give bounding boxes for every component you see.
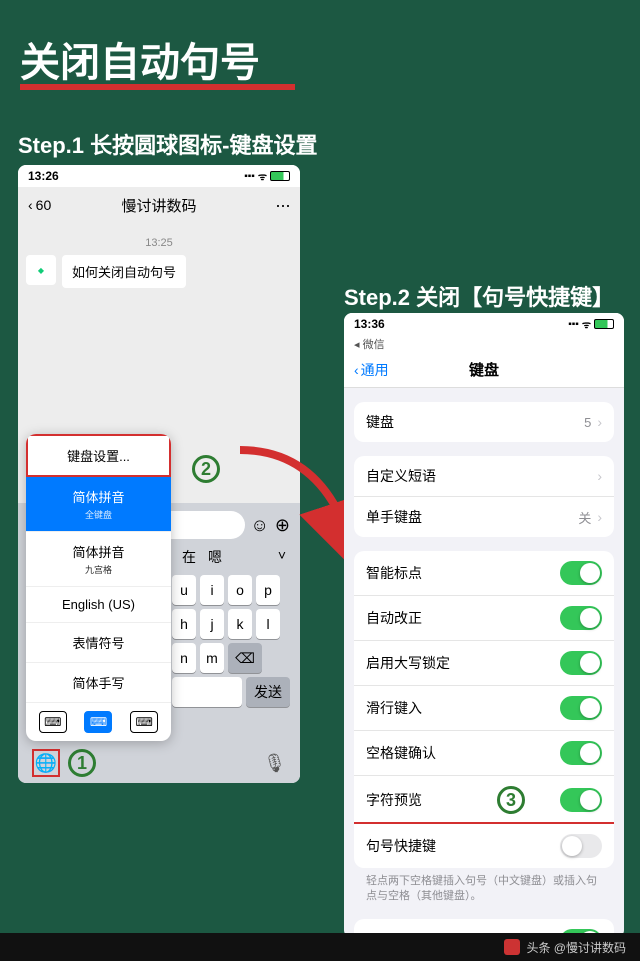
key[interactable]: m [200,643,224,673]
backspace-key[interactable]: ⌫ [228,643,262,673]
toggle[interactable] [560,561,602,585]
key[interactable]: h [172,609,196,639]
keyboard-settings-item[interactable]: 键盘设置... [26,434,171,477]
char-preview-row[interactable]: 字符预览 3 [354,775,614,824]
wifi-icon: ᯤ [582,317,591,331]
step2-label: Step.2 关闭【句号快捷键】 [344,280,614,312]
key[interactable]: o [228,575,252,605]
keyboard-left-icon[interactable]: ⌨ [39,711,67,733]
popup-footer: ⌨ ⌨ ⌨ [26,703,171,741]
avatar[interactable]: ◆ [26,255,56,285]
key[interactable]: p [256,575,280,605]
emoji-item[interactable]: 表情符号 [26,623,171,663]
annotation-2: 2 [192,455,220,483]
signal-icon: ▪▪▪ [568,319,579,330]
more-icon[interactable]: ··· [275,195,290,216]
candidate[interactable]: 在 [182,547,196,567]
chat-title: 慢讨讲数码 [121,195,196,216]
period-description: 轻点两下空格键插入句号（中文键盘）或插入句点与空格（其他键盘）。 [344,868,624,905]
keyboard-bottom-bar: 🌐 🎙 [18,743,300,783]
globe-icon[interactable]: 🌐 [35,753,57,774]
keyboard-switch-popup: 键盘设置... 简体拼音 全键盘 简体拼音 九宫格 English (US) 表… [26,434,171,741]
slide-input-row[interactable]: 滑行键入 [354,685,614,730]
candidate[interactable]: 嗯 [208,547,222,567]
status-bar: 13:36 ▪▪▪ ᯤ [344,313,624,335]
keyboards-row[interactable]: 键盘 5› [354,402,614,442]
annotation-3: 3 [497,786,525,814]
chevron-left-icon: ‹ [354,362,359,378]
space-confirm-row[interactable]: 空格键确认 [354,730,614,775]
status-bar: 13:26 ▪▪▪ ᯤ [18,165,300,187]
key[interactable]: i [200,575,224,605]
toggle[interactable] [560,651,602,675]
settings-group: 自定义短语 › 单手键盘 关› [354,456,614,537]
caps-lock-row[interactable]: 启用大写锁定 [354,640,614,685]
settings-title: 键盘 [469,359,499,380]
mic-icon[interactable]: 🎙 [263,753,286,774]
key[interactable]: j [200,609,224,639]
globe-highlight: 🌐 [32,749,60,777]
key[interactable]: n [172,643,196,673]
keyboard-right-icon[interactable]: ⌨ [130,711,158,733]
toggle[interactable] [560,788,602,812]
status-icons: ▪▪▪ ᯤ [244,169,290,183]
smart-punct-row[interactable]: 智能标点 [354,551,614,595]
wifi-icon: ᯤ [258,169,267,183]
send-button[interactable]: 发送 [246,677,290,707]
breadcrumb-back-to-app[interactable]: ◂ 微信 [344,335,624,352]
handwrite-item[interactable]: 简体手写 [26,663,171,703]
chevron-right-icon: › [597,414,602,430]
key[interactable]: u [172,575,196,605]
unread-count: 60 [36,197,52,213]
one-handed-row[interactable]: 单手键盘 关› [354,496,614,537]
message-bubble: 如何关闭自动句号 [62,255,186,288]
status-time: 13:36 [354,317,385,331]
period-shortcut-row[interactable]: 句号快捷键 [354,822,614,868]
battery-icon [270,171,290,181]
chat-area: 13:25 ◆ 如何关闭自动句号 [18,223,300,302]
chat-navbar: ‹ 60 慢讨讲数码 ··· [18,187,300,223]
toggle[interactable] [560,741,602,765]
settings-group: 智能标点 自动改正 启用大写锁定 滑行键入 空格键确认 字符预览 3 句号快捷键 [354,551,614,868]
key[interactable]: l [256,609,280,639]
watermark-text: 头条 @慢讨讲数码 [526,939,626,956]
toggle[interactable] [560,606,602,630]
settings-group: 键盘 5› [354,402,614,442]
english-item[interactable]: English (US) [26,587,171,623]
pinyin-full-item[interactable]: 简体拼音 全键盘 [26,477,171,532]
back-button[interactable]: ‹ 通用 [354,360,389,380]
annotation-1: 1 [68,749,96,777]
toggle[interactable] [560,696,602,720]
title-underline [20,84,295,90]
step1-label: Step.1 长按圆球图标-键盘设置 [18,128,317,160]
status-time: 13:26 [28,169,59,183]
phone-2: 13:36 ▪▪▪ ᯤ ◂ 微信 ‹ 通用 键盘 键盘 5› 自定义短语 › 单… [344,313,624,938]
custom-phrases-row[interactable]: 自定义短语 › [354,456,614,496]
back-button[interactable]: ‹ 60 [28,197,51,213]
signal-icon: ▪▪▪ [244,171,255,182]
toggle[interactable] [560,834,602,858]
chevron-left-icon: ‹ [28,197,33,213]
auto-correct-row[interactable]: 自动改正 [354,595,614,640]
chevron-right-icon: › [597,468,602,484]
watermark-logo-icon [504,939,520,955]
keyboard-center-icon[interactable]: ⌨ [84,711,112,733]
chat-message: ◆ 如何关闭自动句号 [26,255,292,288]
watermark: 头条 @慢讨讲数码 [0,933,640,961]
battery-icon [594,319,614,329]
settings-navbar: ‹ 通用 键盘 [344,352,624,388]
key[interactable]: k [228,609,252,639]
space-key[interactable] [172,677,242,707]
page-title: 关闭自动句号 [20,30,260,88]
chat-timestamp: 13:25 [26,237,292,249]
chevron-right-icon: › [597,509,602,525]
status-icons: ▪▪▪ ᯤ [568,317,614,331]
pinyin-9-item[interactable]: 简体拼音 九宫格 [26,532,171,587]
